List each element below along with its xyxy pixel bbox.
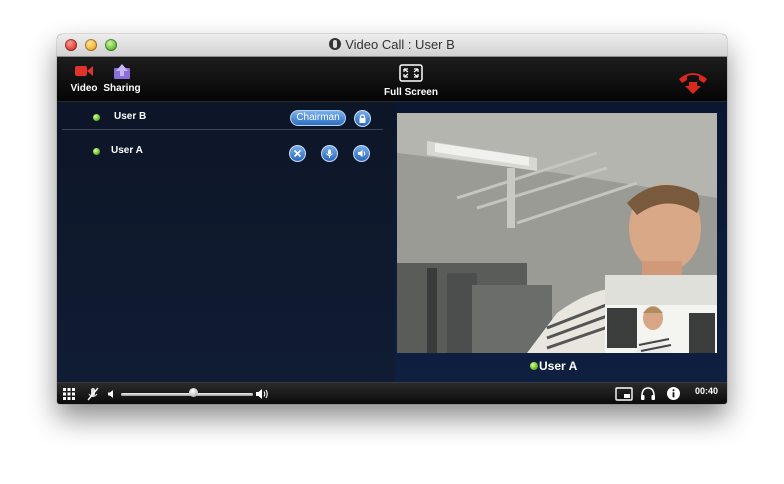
hangup-button[interactable] <box>675 65 711 95</box>
chairman-badge[interactable]: Chairman <box>290 110 346 126</box>
video-label: Video <box>70 83 98 94</box>
mic-mute-icon[interactable] <box>86 386 100 402</box>
video-camera-icon <box>75 66 93 76</box>
headset-icon[interactable] <box>640 386 656 401</box>
screen-icon[interactable] <box>615 387 633 401</box>
remote-video-image <box>397 113 717 353</box>
app-icon <box>329 38 342 50</box>
lock-icon[interactable] <box>354 110 371 127</box>
hangup-phone-icon <box>679 73 707 94</box>
online-status-dot <box>530 362 538 370</box>
participant-name: User A <box>111 145 143 156</box>
speaker-icon[interactable] <box>353 145 370 162</box>
video-panel: User A <box>395 102 727 382</box>
info-icon[interactable] <box>666 386 681 401</box>
sharing-icon <box>114 64 130 79</box>
toolbar: Video Sharing Full Screen <box>57 57 727 102</box>
call-timer: 00:40 <box>695 386 719 396</box>
title-bar: Video Call : User B <box>57 34 727 57</box>
online-status-dot <box>93 148 100 155</box>
volume-high-icon[interactable] <box>255 388 271 400</box>
fullscreen-icon <box>399 64 423 82</box>
fullscreen-button[interactable]: Full Screen <box>378 64 444 98</box>
bottom-bar: 00:40 <box>57 382 727 404</box>
video-button[interactable]: Video <box>67 64 101 94</box>
window-title-container: Video Call : User B <box>57 37 727 52</box>
remote-video-feed[interactable] <box>397 113 717 353</box>
volume-low-icon[interactable] <box>107 389 116 399</box>
participants-panel: User B Chairman User A <box>57 102 395 382</box>
participant-row-user-b[interactable]: User B Chairman <box>57 105 383 127</box>
participant-separator <box>62 129 383 130</box>
sharing-button[interactable]: Sharing <box>102 64 142 94</box>
participant-name: User B <box>114 111 147 122</box>
fullscreen-label: Full Screen <box>384 87 438 98</box>
sharing-label: Sharing <box>103 83 141 94</box>
close-icon[interactable] <box>289 145 306 162</box>
video-call-window: Video Call : User B Video Sharing Full S… <box>57 34 727 404</box>
participant-row-user-a[interactable]: User A <box>57 140 383 162</box>
video-caption-name: User A <box>539 359 578 373</box>
online-status-dot <box>93 114 100 121</box>
window-title: Video Call : User B <box>345 37 455 52</box>
volume-slider-track[interactable] <box>121 393 253 396</box>
microphone-icon[interactable] <box>321 145 338 162</box>
grid-icon[interactable] <box>62 386 76 400</box>
video-caption: User A <box>530 359 577 373</box>
